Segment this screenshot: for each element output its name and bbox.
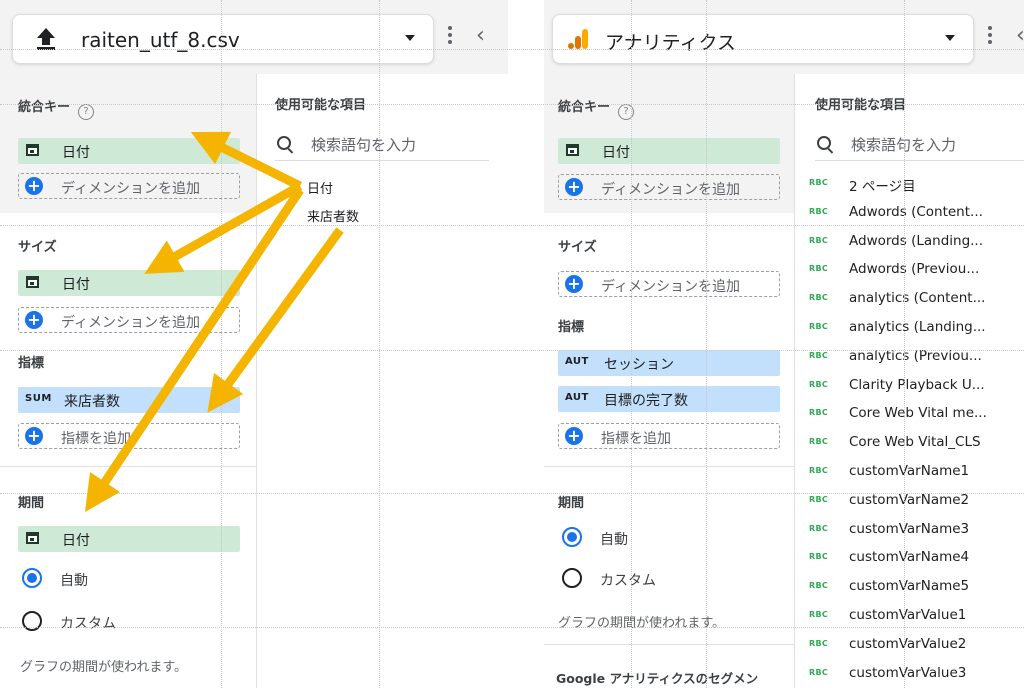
arrow-to-period [85,187,304,512]
arrow-to-join-key [190,131,302,191]
arrow-to-metric [207,227,344,413]
annotation-arrows [85,131,344,512]
